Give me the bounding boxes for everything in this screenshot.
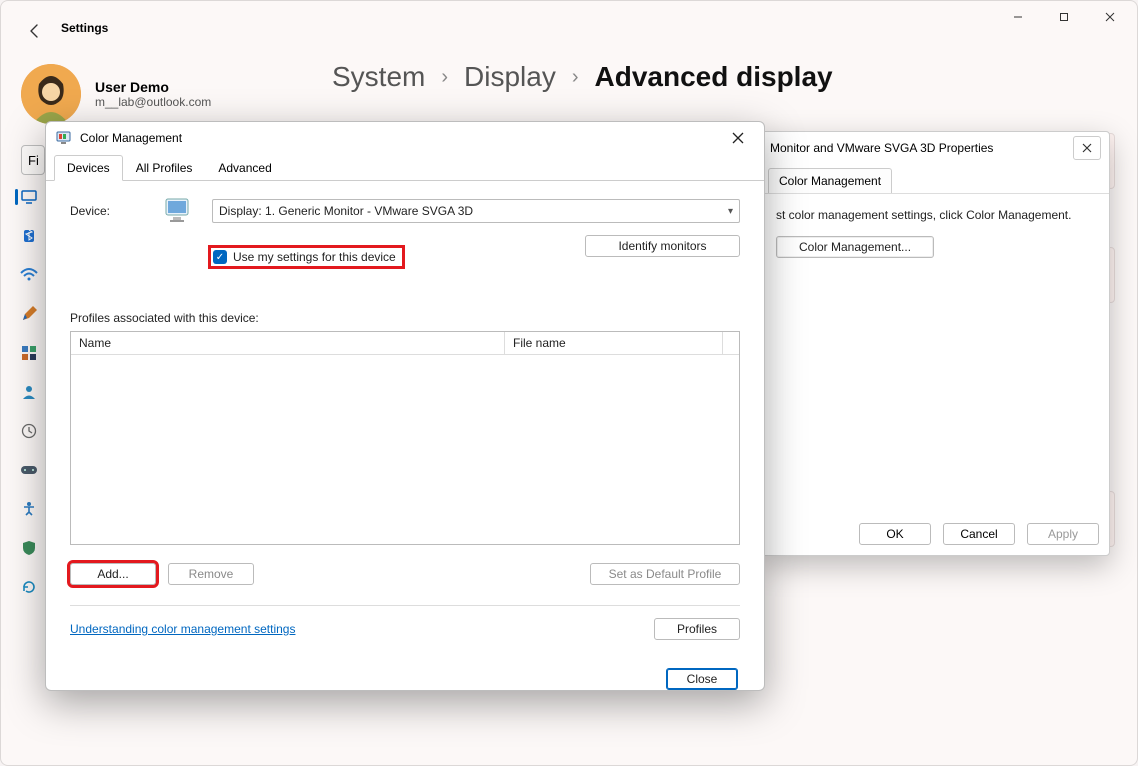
device-select[interactable]: Display: 1. Generic Monitor - VMware SVG…	[212, 199, 740, 223]
profiles-thead: Name File name	[71, 332, 739, 355]
sidebar	[19, 187, 39, 597]
back-button[interactable]	[27, 23, 43, 44]
cm-body: Device: Display: 1. Generic Monitor - VM…	[46, 181, 764, 702]
cancel-button[interactable]: Cancel	[943, 523, 1015, 545]
breadcrumb-advanced-display: Advanced display	[595, 61, 833, 93]
settings-window: Settings User Demo m__lab@outlook.com Sy…	[0, 0, 1138, 766]
device-select-value: Display: 1. Generic Monitor - VMware SVG…	[219, 204, 473, 218]
minimize-button[interactable]	[995, 1, 1041, 33]
device-label: Device:	[70, 204, 146, 218]
profiles-label: Profiles associated with this device:	[70, 311, 740, 325]
cm-bottom-row: Understanding color management settings …	[70, 618, 740, 640]
breadcrumb-system[interactable]: System	[332, 61, 425, 93]
properties-tab-colormgmt[interactable]: Color Management	[768, 168, 892, 193]
color-management-icon	[56, 130, 72, 146]
sidebar-item-system[interactable]	[19, 187, 39, 207]
user-block[interactable]: User Demo m__lab@outlook.com	[21, 64, 211, 124]
properties-title-text: Monitor and VMware SVGA 3D Properties	[770, 141, 993, 155]
cm-title: Color Management	[80, 131, 182, 145]
col-spacer	[723, 332, 739, 355]
breadcrumb-display[interactable]: Display	[464, 61, 556, 93]
separator	[70, 605, 740, 606]
ok-button[interactable]: OK	[859, 523, 931, 545]
monitor-icon	[164, 197, 194, 225]
properties-titlebar: Monitor and VMware SVGA 3D Properties	[762, 132, 1109, 164]
add-button[interactable]: Add...	[70, 563, 156, 585]
use-settings-checkbox[interactable]: ✓	[213, 250, 227, 264]
tab-advanced[interactable]: Advanced	[205, 155, 284, 181]
close-button[interactable]	[1087, 1, 1133, 33]
properties-hint: st color management settings, click Colo…	[776, 208, 1095, 222]
sidebar-item-network[interactable]	[19, 265, 39, 285]
color-management-dialog: Color Management Devices All Profiles Ad…	[45, 121, 765, 691]
close-button[interactable]: Close	[666, 668, 738, 690]
sidebar-item-privacy[interactable]	[19, 538, 39, 558]
cm-close-x[interactable]	[722, 126, 754, 150]
set-default-button: Set as Default Profile	[590, 563, 740, 585]
properties-dialog: Monitor and VMware SVGA 3D Properties Co…	[761, 131, 1110, 556]
sidebar-item-accessibility[interactable]	[19, 499, 39, 519]
use-settings-highlight: ✓ Use my settings for this device	[208, 245, 405, 269]
cm-close-row: Close	[70, 668, 740, 690]
color-management-launch-button[interactable]: Color Management...	[776, 236, 934, 258]
avatar	[21, 64, 81, 124]
titlebar: Settings	[1, 1, 1137, 51]
sidebar-item-accounts[interactable]	[19, 382, 39, 402]
sidebar-item-apps[interactable]	[19, 343, 39, 363]
sidebar-item-personalization[interactable]	[19, 304, 39, 324]
use-settings-label: Use my settings for this device	[233, 250, 396, 264]
col-filename[interactable]: File name	[505, 332, 723, 355]
understanding-link[interactable]: Understanding color management settings	[70, 622, 295, 636]
user-email: m__lab@outlook.com	[95, 95, 211, 109]
use-settings-row: ✓ Use my settings for this device	[208, 245, 585, 269]
sidebar-item-time[interactable]	[19, 421, 39, 441]
window-controls	[995, 1, 1133, 33]
properties-close-button[interactable]	[1073, 136, 1101, 160]
device-row: Device: Display: 1. Generic Monitor - VM…	[70, 197, 740, 225]
apply-button[interactable]: Apply	[1027, 523, 1099, 545]
cm-titlebar: Color Management	[46, 122, 764, 154]
tab-devices[interactable]: Devices	[54, 155, 123, 181]
chevron-right-icon: ›	[441, 66, 448, 89]
remove-button: Remove	[168, 563, 254, 585]
sidebar-item-gaming[interactable]	[19, 460, 39, 480]
properties-footer: OK Cancel Apply	[859, 523, 1099, 545]
properties-body: st color management settings, click Colo…	[762, 194, 1109, 272]
profiles-table[interactable]: Name File name	[70, 331, 740, 545]
tab-all-profiles[interactable]: All Profiles	[123, 155, 206, 181]
breadcrumb: System › Display › Advanced display	[332, 61, 833, 93]
sidebar-item-bluetooth[interactable]	[19, 226, 39, 246]
user-name: User Demo	[95, 79, 211, 95]
col-name[interactable]: Name	[71, 332, 505, 355]
identify-monitors-button[interactable]: Identify monitors	[585, 235, 740, 257]
cm-tabs: Devices All Profiles Advanced	[46, 154, 764, 181]
chevron-down-icon: ▾	[728, 206, 733, 217]
profiles-buttons: Add... Remove Set as Default Profile	[70, 563, 740, 585]
chevron-right-icon: ›	[572, 66, 579, 89]
app-title: Settings	[61, 21, 108, 35]
search-input[interactable]	[21, 145, 45, 175]
user-texts: User Demo m__lab@outlook.com	[95, 79, 211, 109]
properties-tabs: Color Management	[762, 164, 1109, 194]
maximize-button[interactable]	[1041, 1, 1087, 33]
profiles-button[interactable]: Profiles	[654, 618, 740, 640]
sidebar-item-update[interactable]	[19, 577, 39, 597]
